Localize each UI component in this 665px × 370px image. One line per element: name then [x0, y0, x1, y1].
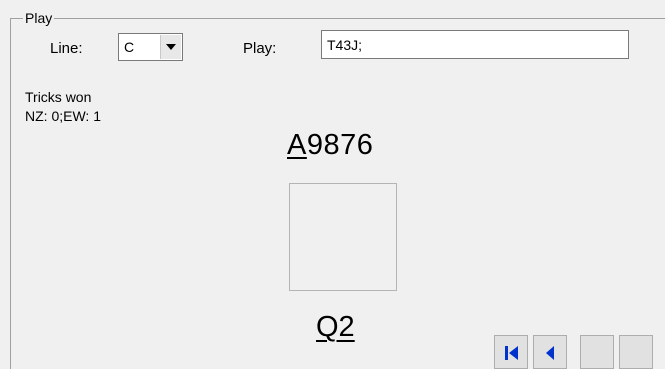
play-label: Play: — [243, 40, 277, 57]
group-title: Play — [23, 10, 55, 26]
tricks-won-score: NZ: 0;EW: 1 — [25, 108, 101, 124]
trick-area — [289, 183, 397, 291]
line-select[interactable]: C — [118, 33, 183, 61]
first-trick-button[interactable] — [494, 335, 528, 369]
chevron-down-icon — [166, 44, 176, 50]
tricks-won-label: Tricks won — [25, 89, 92, 105]
step-back-icon — [546, 346, 554, 360]
next-trick-button[interactable] — [580, 335, 614, 369]
north-hand-cards: 9876 — [306, 129, 374, 161]
south-hand: Q2 — [316, 311, 355, 343]
north-hand-highlighted-card: A — [287, 129, 307, 161]
last-trick-button[interactable] — [619, 335, 653, 369]
previous-trick-button[interactable] — [533, 335, 567, 369]
play-input[interactable] — [321, 30, 629, 59]
line-select-value: C — [124, 39, 135, 55]
line-label: Line: — [50, 40, 83, 57]
play-panel: Play Line: C Play: Tricks won NZ: 0;EW: … — [0, 0, 665, 369]
skip-to-first-icon — [505, 346, 518, 360]
north-hand: A9876 — [287, 129, 373, 162]
line-dropdown-button[interactable] — [160, 35, 181, 59]
